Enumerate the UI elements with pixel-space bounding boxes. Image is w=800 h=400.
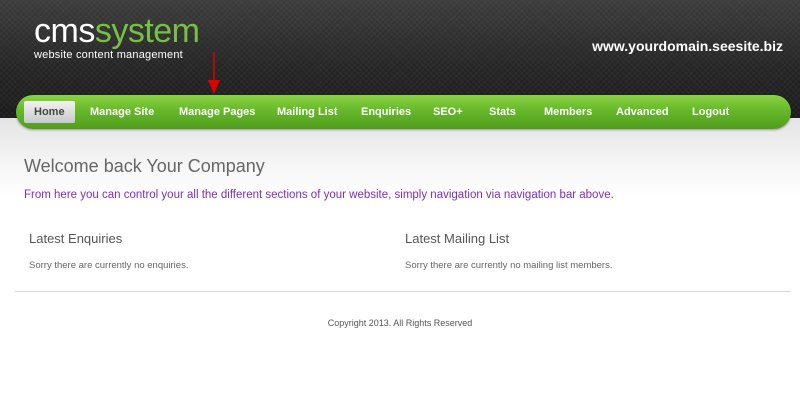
nav-enquiries[interactable]: Enquiries: [361, 104, 411, 121]
nav-manage-site[interactable]: Manage Site: [90, 104, 154, 121]
logo-system-text: system: [94, 12, 200, 50]
nav-logout[interactable]: Logout: [692, 104, 729, 121]
welcome-heading: Welcome back Your Company: [24, 156, 265, 176]
mailing-empty-text: Sorry there are currently no mailing lis…: [405, 260, 613, 271]
logo-cms-text: cms: [34, 12, 95, 50]
intro-text: From here you can control your all the d…: [24, 189, 614, 201]
nav-members[interactable]: Members: [544, 104, 592, 121]
arrow-down-icon: [208, 52, 220, 94]
site-logo[interactable]: cmssystem website content management: [34, 14, 200, 61]
nav-home[interactable]: Home: [24, 101, 75, 123]
latest-enquiries-title: Latest Enquiries: [29, 231, 123, 246]
footer-copyright: Copyright 2013. All Rights Reserved: [327, 318, 473, 328]
latest-mailing-list-title: Latest Mailing List: [405, 231, 510, 246]
nav-advanced[interactable]: Advanced: [616, 104, 669, 121]
site-domain: www.yourdomain.seesite.biz: [592, 38, 783, 54]
logo-wordmark: cmssystem: [34, 14, 200, 48]
logo-tagline: website content management: [34, 49, 183, 61]
main-navigation: Home Manage Site Manage Pages Mailing Li…: [16, 95, 791, 129]
nav-manage-pages[interactable]: Manage Pages: [179, 104, 255, 121]
enquiries-empty-text: Sorry there are currently no enquiries.: [29, 260, 189, 271]
nav-stats[interactable]: Stats: [489, 104, 516, 121]
nav-mailing-list[interactable]: Mailing List: [277, 104, 338, 121]
footer-divider: [15, 291, 791, 292]
nav-seo[interactable]: SEO+: [433, 104, 463, 121]
